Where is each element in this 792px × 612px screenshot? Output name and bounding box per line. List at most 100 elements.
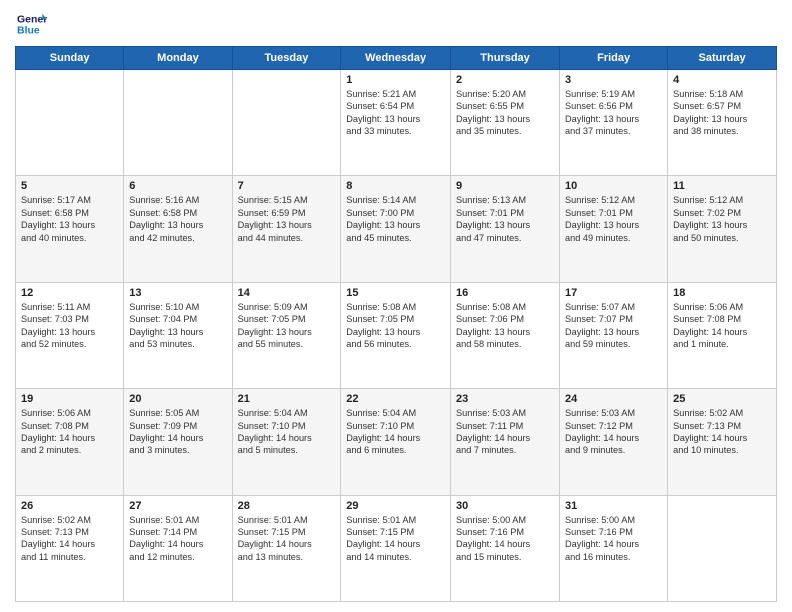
calendar-cell: 16 Sunrise: 5:08 AMSunset: 7:06 PMDayligh… (451, 282, 560, 388)
weekday-header: Sunday (16, 47, 124, 70)
weekday-header: Wednesday (341, 47, 451, 70)
day-number: 8 (346, 180, 445, 192)
day-number: 27 (129, 500, 226, 512)
calendar-cell: 30 Sunrise: 5:00 AMSunset: 7:16 PMDayligh… (451, 495, 560, 601)
day-info: Sunrise: 5:05 AMSunset: 7:09 PMDaylight:… (129, 407, 226, 457)
calendar-cell (16, 70, 124, 176)
day-number: 17 (565, 287, 662, 299)
day-info: Sunrise: 5:11 AMSunset: 7:03 PMDaylight:… (21, 301, 118, 351)
calendar-week-row: 26 Sunrise: 5:02 AMSunset: 7:13 PMDayligh… (16, 495, 777, 601)
logo: GeneralBlue (15, 10, 47, 38)
day-number: 25 (673, 393, 771, 405)
day-number: 1 (346, 74, 445, 86)
day-info: Sunrise: 5:16 AMSunset: 6:58 PMDaylight:… (129, 194, 226, 244)
day-info: Sunrise: 5:01 AMSunset: 7:15 PMDaylight:… (346, 514, 445, 564)
weekday-row: SundayMondayTuesdayWednesdayThursdayFrid… (16, 47, 777, 70)
weekday-header: Saturday (668, 47, 777, 70)
calendar-cell: 7 Sunrise: 5:15 AMSunset: 6:59 PMDaylight… (232, 176, 341, 282)
day-number: 26 (21, 500, 118, 512)
header: GeneralBlue (15, 10, 777, 38)
day-info: Sunrise: 5:00 AMSunset: 7:16 PMDaylight:… (565, 514, 662, 564)
calendar-cell: 14 Sunrise: 5:09 AMSunset: 7:05 PMDayligh… (232, 282, 341, 388)
calendar-cell: 8 Sunrise: 5:14 AMSunset: 7:00 PMDaylight… (341, 176, 451, 282)
day-number: 20 (129, 393, 226, 405)
day-info: Sunrise: 5:13 AMSunset: 7:01 PMDaylight:… (456, 194, 554, 244)
day-info: Sunrise: 5:01 AMSunset: 7:15 PMDaylight:… (238, 514, 336, 564)
day-number: 21 (238, 393, 336, 405)
calendar-cell: 4Sunrise: 5:18 AMSunset: 6:57 PMDaylight… (668, 70, 777, 176)
weekday-header: Friday (560, 47, 668, 70)
day-info: Sunrise: 5:20 AMSunset: 6:55 PMDaylight:… (456, 88, 554, 138)
day-info: Sunrise: 5:03 AMSunset: 7:12 PMDaylight:… (565, 407, 662, 457)
day-info: Sunrise: 5:06 AMSunset: 7:08 PMDaylight:… (673, 301, 771, 351)
calendar-cell: 19 Sunrise: 5:06 AMSunset: 7:08 PMDayligh… (16, 389, 124, 495)
day-info: Sunrise: 5:06 AMSunset: 7:08 PMDaylight:… (21, 407, 118, 457)
day-number: 12 (21, 287, 118, 299)
calendar-cell: 28 Sunrise: 5:01 AMSunset: 7:15 PMDayligh… (232, 495, 341, 601)
calendar-cell: 17 Sunrise: 5:07 AMSunset: 7:07 PMDayligh… (560, 282, 668, 388)
calendar-cell: 21 Sunrise: 5:04 AMSunset: 7:10 PMDayligh… (232, 389, 341, 495)
calendar-cell: 15 Sunrise: 5:08 AMSunset: 7:05 PMDayligh… (341, 282, 451, 388)
day-number: 16 (456, 287, 554, 299)
calendar-cell: 18 Sunrise: 5:06 AMSunset: 7:08 PMDayligh… (668, 282, 777, 388)
day-info: Sunrise: 5:00 AMSunset: 7:16 PMDaylight:… (456, 514, 554, 564)
day-info: Sunrise: 5:09 AMSunset: 7:05 PMDaylight:… (238, 301, 336, 351)
day-number: 3 (565, 74, 662, 86)
calendar-cell: 9 Sunrise: 5:13 AMSunset: 7:01 PMDaylight… (451, 176, 560, 282)
calendar-cell: 22 Sunrise: 5:04 AMSunset: 7:10 PMDayligh… (341, 389, 451, 495)
day-number: 19 (21, 393, 118, 405)
day-info: Sunrise: 5:12 AMSunset: 7:01 PMDaylight:… (565, 194, 662, 244)
day-info: Sunrise: 5:18 AMSunset: 6:57 PMDaylight:… (673, 88, 771, 138)
calendar-cell: 5 Sunrise: 5:17 AMSunset: 6:58 PMDaylight… (16, 176, 124, 282)
day-info: Sunrise: 5:08 AMSunset: 7:05 PMDaylight:… (346, 301, 445, 351)
day-number: 22 (346, 393, 445, 405)
day-info: Sunrise: 5:02 AMSunset: 7:13 PMDaylight:… (21, 514, 118, 564)
day-info: Sunrise: 5:02 AMSunset: 7:13 PMDaylight:… (673, 407, 771, 457)
day-info: Sunrise: 5:07 AMSunset: 7:07 PMDaylight:… (565, 301, 662, 351)
day-number: 2 (456, 74, 554, 86)
day-number: 18 (673, 287, 771, 299)
calendar-cell: 13 Sunrise: 5:10 AMSunset: 7:04 PMDayligh… (124, 282, 232, 388)
day-number: 6 (129, 180, 226, 192)
calendar-cell: 27 Sunrise: 5:01 AMSunset: 7:14 PMDayligh… (124, 495, 232, 601)
day-number: 31 (565, 500, 662, 512)
calendar-table: SundayMondayTuesdayWednesdayThursdayFrid… (15, 46, 777, 602)
day-info: Sunrise: 5:04 AMSunset: 7:10 PMDaylight:… (346, 407, 445, 457)
calendar-cell (232, 70, 341, 176)
day-number: 15 (346, 287, 445, 299)
day-number: 29 (346, 500, 445, 512)
logo-icon: GeneralBlue (15, 10, 47, 38)
calendar-cell (668, 495, 777, 601)
day-number: 11 (673, 180, 771, 192)
day-number: 7 (238, 180, 336, 192)
calendar-cell: 29 Sunrise: 5:01 AMSunset: 7:15 PMDayligh… (341, 495, 451, 601)
day-info: Sunrise: 5:10 AMSunset: 7:04 PMDaylight:… (129, 301, 226, 351)
day-info: Sunrise: 5:01 AMSunset: 7:14 PMDaylight:… (129, 514, 226, 564)
day-number: 14 (238, 287, 336, 299)
calendar-cell: 25 Sunrise: 5:02 AMSunset: 7:13 PMDayligh… (668, 389, 777, 495)
calendar-week-row: 12 Sunrise: 5:11 AMSunset: 7:03 PMDayligh… (16, 282, 777, 388)
calendar-cell: 6 Sunrise: 5:16 AMSunset: 6:58 PMDaylight… (124, 176, 232, 282)
calendar-week-row: 19 Sunrise: 5:06 AMSunset: 7:08 PMDayligh… (16, 389, 777, 495)
day-info: Sunrise: 5:14 AMSunset: 7:00 PMDaylight:… (346, 194, 445, 244)
calendar-cell: 24Sunrise: 5:03 AMSunset: 7:12 PMDayligh… (560, 389, 668, 495)
calendar-header: SundayMondayTuesdayWednesdayThursdayFrid… (16, 47, 777, 70)
weekday-header: Monday (124, 47, 232, 70)
day-info: Sunrise: 5:04 AMSunset: 7:10 PMDaylight:… (238, 407, 336, 457)
day-number: 23 (456, 393, 554, 405)
day-number: 13 (129, 287, 226, 299)
day-number: 10 (565, 180, 662, 192)
weekday-header: Thursday (451, 47, 560, 70)
day-info: Sunrise: 5:21 AMSunset: 6:54 PMDaylight:… (346, 88, 445, 138)
day-number: 5 (21, 180, 118, 192)
day-number: 9 (456, 180, 554, 192)
calendar-cell: 3Sunrise: 5:19 AMSunset: 6:56 PMDaylight… (560, 70, 668, 176)
day-number: 28 (238, 500, 336, 512)
day-info: Sunrise: 5:12 AMSunset: 7:02 PMDaylight:… (673, 194, 771, 244)
day-info: Sunrise: 5:15 AMSunset: 6:59 PMDaylight:… (238, 194, 336, 244)
calendar-cell: 10 Sunrise: 5:12 AMSunset: 7:01 PMDayligh… (560, 176, 668, 282)
day-number: 30 (456, 500, 554, 512)
calendar-cell: 20 Sunrise: 5:05 AMSunset: 7:09 PMDayligh… (124, 389, 232, 495)
day-info: Sunrise: 5:17 AMSunset: 6:58 PMDaylight:… (21, 194, 118, 244)
day-info: Sunrise: 5:08 AMSunset: 7:06 PMDaylight:… (456, 301, 554, 351)
